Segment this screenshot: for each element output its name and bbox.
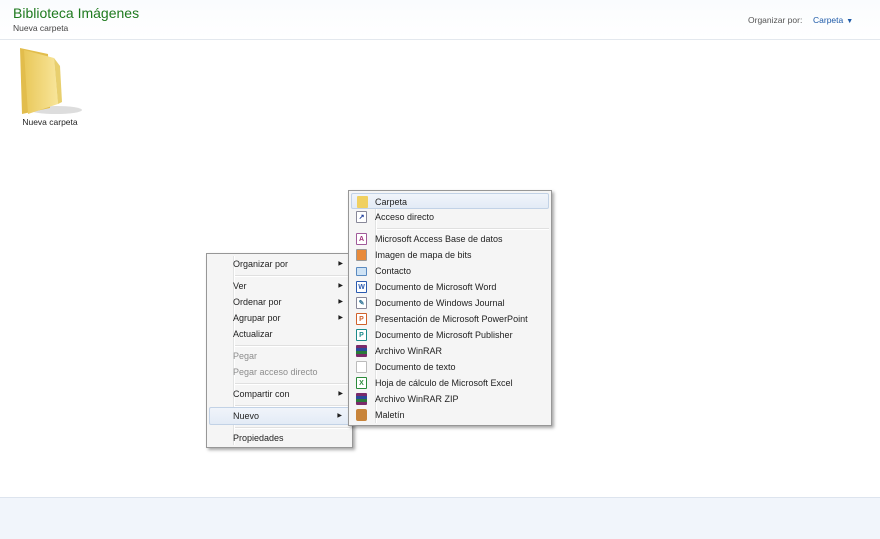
library-subtitle: Nueva carpeta [13,23,69,33]
menu-label: Archivo WinRAR [375,346,443,356]
menu-separator [377,228,549,230]
menu-item-organizar-por[interactable]: Organizar por ▶ [209,256,350,272]
submenu-item-access[interactable]: A Microsoft Access Base de datos [351,231,549,247]
menu-item-pegar-acceso-directo: Pegar acceso directo [209,364,350,380]
journal-icon: ✎ [356,297,367,309]
submenu-arrow-icon: ▶ [338,283,343,289]
excel-icon: X [356,377,367,389]
details-pane [0,497,880,539]
submenu-arrow-icon: ▶ [338,261,343,267]
folder-icon [357,196,368,208]
organize-dropdown[interactable]: Carpeta ▼ [813,15,853,25]
submenu-item-word[interactable]: W Documento de Microsoft Word [351,279,549,295]
menu-label: Documento de Microsoft Word [375,282,497,292]
submenu-item-contacto[interactable]: Contacto [351,263,549,279]
menu-label: Compartir con [233,389,290,399]
winrar-icon [356,345,367,357]
word-icon: W [356,281,367,293]
menu-label: Organizar por [233,259,289,269]
menu-label: Contacto [375,266,412,276]
menu-label: Hoja de cálculo de Microsoft Excel [375,378,513,388]
chevron-down-icon: ▼ [846,18,854,25]
menu-label: Documento de Microsoft Publisher [375,330,513,340]
menu-label: Propiedades [233,433,284,443]
folder-icon [20,48,82,114]
submenu-item-journal[interactable]: ✎ Documento de Windows Journal [351,295,549,311]
file-item-nueva-carpeta[interactable]: Nueva carpeta [14,46,86,127]
menu-label: Pegar acceso directo [233,367,318,377]
menu-label: Carpeta [375,197,408,207]
text-icon [356,361,367,373]
file-name: Nueva carpeta [22,117,78,127]
menu-label: Presentación de Microsoft PowerPoint [375,314,528,324]
menu-label: Acceso directo [375,212,435,222]
submenu-item-texto[interactable]: Documento de texto [351,359,549,375]
submenu-item-carpeta[interactable]: Carpeta [351,193,549,209]
menu-item-actualizar[interactable]: Actualizar [209,326,350,342]
submenu-item-powerpoint[interactable]: P Presentación de Microsoft PowerPoint [351,311,549,327]
powerpoint-icon: P [356,313,367,325]
menu-separator [235,275,350,277]
menu-item-ver[interactable]: Ver ▶ [209,278,350,294]
menu-label: Archivo WinRAR ZIP [375,394,459,404]
menu-item-propiedades[interactable]: Propiedades [209,430,350,446]
submenu-arrow-icon: ▶ [338,391,343,397]
library-header: Biblioteca Imágenes Nueva carpeta Organi… [0,0,880,40]
submenu-arrow-icon: ▶ [338,315,343,321]
publisher-icon: P [356,329,367,341]
submenu-arrow-icon: ▶ [337,413,342,419]
submenu-arrow-icon: ▶ [338,299,343,305]
menu-label: Ver [233,281,247,291]
library-title: Biblioteca Imágenes [13,5,140,21]
menu-label: Nuevo [233,411,260,421]
menu-label: Actualizar [233,329,273,339]
organize-value: Carpeta [813,15,844,25]
menu-label: Pegar [233,351,258,361]
menu-label: Documento de texto [375,362,456,372]
menu-item-nuevo[interactable]: Nuevo ▶ [209,407,350,425]
submenu-item-winrar-zip[interactable]: Archivo WinRAR ZIP [351,391,549,407]
submenu-item-winrar[interactable]: Archivo WinRAR [351,343,549,359]
menu-item-agrupar-por[interactable]: Agrupar por ▶ [209,310,350,326]
menu-item-compartir-con[interactable]: Compartir con ▶ [209,386,350,402]
briefcase-icon [356,409,367,421]
submenu-item-maletin[interactable]: Maletín [351,407,549,423]
organize-label: Organizar por: [748,15,803,25]
menu-label: Ordenar por [233,297,282,307]
bitmap-icon [356,249,367,261]
menu-label: Documento de Windows Journal [375,298,505,308]
menu-label: Microsoft Access Base de datos [375,234,503,244]
menu-item-ordenar-por[interactable]: Ordenar por ▶ [209,294,350,310]
context-menu: Organizar por ▶ Ver ▶ Ordenar por ▶ Agrupar… [206,253,353,448]
contact-icon [356,267,367,276]
access-icon: A [356,233,367,245]
submenu-item-excel[interactable]: X Hoja de cálculo de Microsoft Excel [351,375,549,391]
winrar-zip-icon [356,393,367,405]
new-submenu: Carpeta ↗ Acceso directo A Microsoft Acces… [348,190,552,426]
menu-label: Maletín [375,410,405,420]
submenu-item-bitmap[interactable]: Imagen de mapa de bits [351,247,549,263]
menu-separator [235,345,350,347]
submenu-item-acceso-directo[interactable]: ↗ Acceso directo [351,209,549,225]
submenu-item-publisher[interactable]: P Documento de Microsoft Publisher [351,327,549,343]
menu-label: Imagen de mapa de bits [375,250,472,260]
menu-separator [235,427,350,429]
menu-separator [235,383,350,385]
menu-item-pegar: Pegar [209,348,350,364]
menu-label: Agrupar por [233,313,281,323]
shortcut-icon: ↗ [356,211,367,223]
